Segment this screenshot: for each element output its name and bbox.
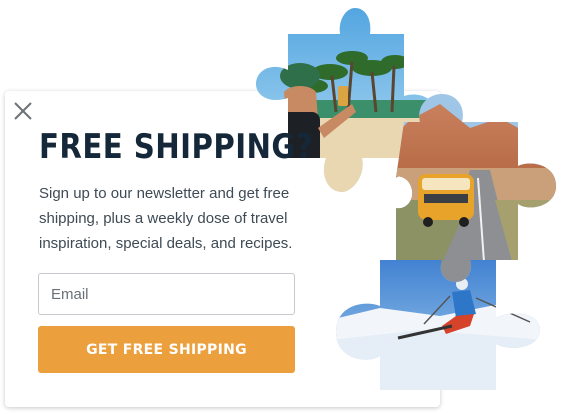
popup-heading: FREE SHIPPING? xyxy=(39,127,314,167)
popup-description: Sign up to our newsletter and get free s… xyxy=(39,185,293,252)
email-field[interactable] xyxy=(38,273,295,315)
get-free-shipping-button[interactable]: GET FREE SHIPPING xyxy=(38,326,295,373)
puzzle-piece-skier-photo xyxy=(336,260,540,390)
close-icon[interactable] xyxy=(12,100,34,122)
